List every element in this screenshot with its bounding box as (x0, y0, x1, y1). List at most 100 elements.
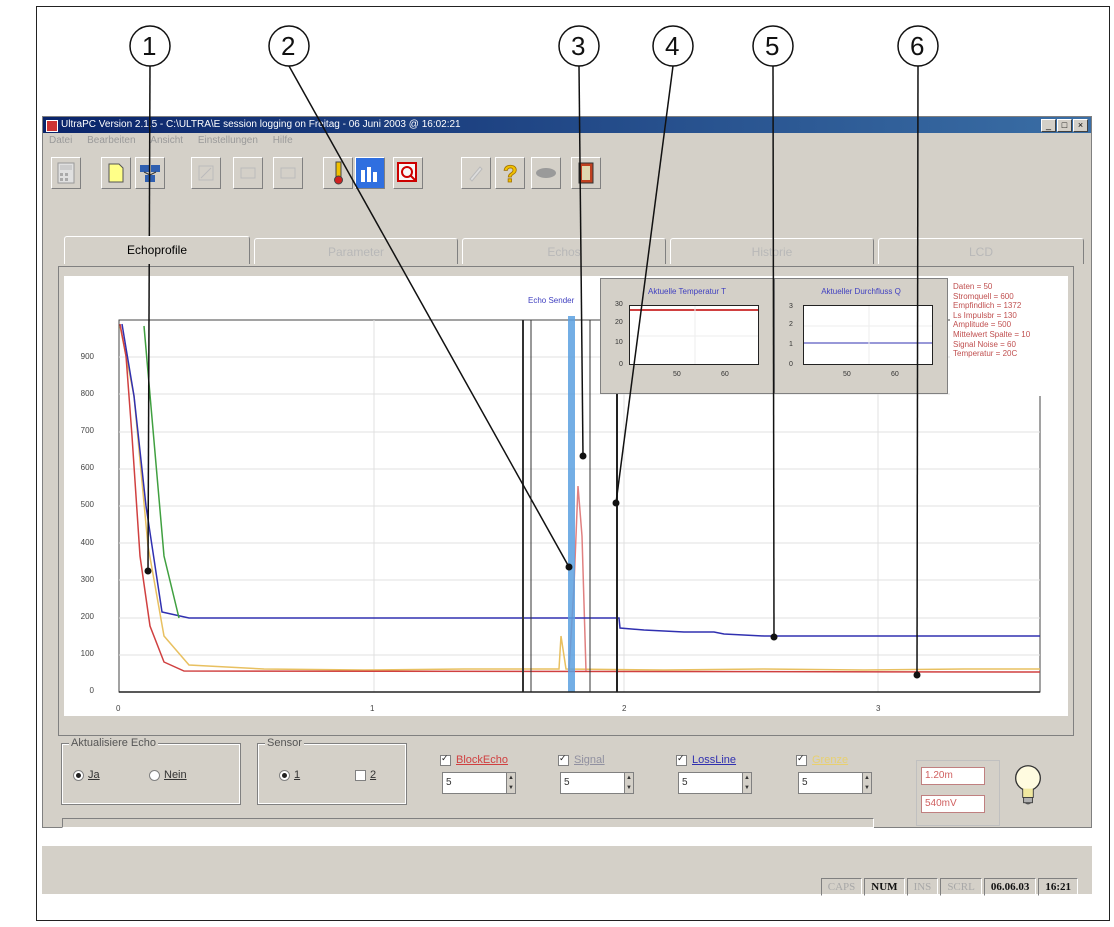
info-line: Signal Noise = 60 (953, 339, 1016, 349)
series-lossline-input[interactable]: 5 (678, 772, 748, 794)
sensor-2-label: 2 (370, 769, 377, 781)
sensor-2-indicator[interactable] (355, 769, 366, 781)
sensor-1[interactable]: 1 (279, 769, 300, 781)
series-signal-spinner[interactable]: ▲ ▼ (624, 772, 634, 794)
series-lossline-checkbox[interactable] (676, 753, 687, 766)
series-blockecho-checkbox[interactable] (440, 753, 451, 766)
pen-icon[interactable] (461, 157, 491, 189)
chat-icon[interactable] (531, 157, 561, 189)
temp-x-50: 50 (673, 371, 681, 378)
menu-ansicht[interactable]: Ansicht (144, 133, 189, 148)
help-icon[interactable]: ? (495, 157, 525, 189)
file-icon[interactable] (101, 157, 131, 189)
info-line: Mittelwert Spalte = 10 (953, 329, 1031, 339)
status-caps: CAPS (820, 878, 863, 896)
tab-historie[interactable]: Historie (670, 238, 874, 264)
x-tick-1: 1 (370, 704, 375, 713)
svg-text:?: ? (503, 161, 518, 186)
sensor-2[interactable]: 2 (355, 769, 376, 781)
radio-nein[interactable]: Nein (149, 769, 187, 781)
series-signal-label-wrap: Signal (558, 753, 605, 766)
echo-sender-label: Echo Sender (528, 296, 575, 305)
radio-ja-indicator[interactable] (73, 769, 84, 781)
series-signal-input[interactable]: 5 (560, 772, 630, 794)
tab-lcd[interactable]: LCD (878, 238, 1084, 264)
app-icon (46, 120, 58, 132)
sensor-title: Sensor (265, 737, 304, 749)
fill-icon[interactable] (191, 157, 221, 189)
tab-parameter[interactable]: Parameter (254, 238, 458, 264)
info-line: Temperatur = 20C (953, 349, 1018, 359)
series-lossline-label-wrap: LossLine (676, 753, 736, 766)
y-tick-900: 900 (80, 352, 94, 361)
radio-ja-label: Ja (88, 769, 100, 781)
door-icon[interactable] (571, 157, 601, 189)
series-blockecho-input[interactable]: 5 (442, 772, 512, 794)
info-line: Empfindlich = 1372 (953, 301, 1022, 311)
status-time: 16:21 (1038, 878, 1078, 896)
readout-box: 1.20m 540mV (916, 760, 1000, 826)
series-grenze-spinner[interactable]: ▲ ▼ (862, 772, 872, 794)
status-scrl: SCRL (940, 878, 982, 896)
progress-bar (62, 818, 874, 828)
info-line: Daten = 50 (953, 282, 993, 291)
y-tick-700: 700 (80, 426, 94, 435)
close-button[interactable]: × (1073, 119, 1088, 132)
temperature-chart: Aktuelle Temperatur T 30 20 10 0 50 60 (600, 278, 774, 394)
y-tick-400: 400 (80, 538, 94, 547)
series-grenze-checkbox[interactable] (796, 753, 807, 766)
series-grenze-input[interactable]: 5 (798, 772, 868, 794)
thermometer-icon[interactable] (323, 157, 353, 189)
x-tick-2: 2 (622, 704, 627, 713)
toolbar: ? (43, 151, 1091, 207)
status-ins: INS (906, 878, 939, 896)
tab-echos[interactable]: Echos (462, 238, 666, 264)
network-icon[interactable] (135, 157, 165, 189)
minimize-button[interactable]: _ (1041, 119, 1056, 132)
menu-bearbeiten[interactable]: Bearbeiten (81, 133, 141, 148)
sensor-1-indicator[interactable] (279, 769, 290, 781)
status-date: 06.06.03 (983, 878, 1037, 896)
chart-icon[interactable] (355, 157, 385, 189)
menu-einstellungen[interactable]: Einstellungen (192, 133, 264, 148)
receive-icon[interactable] (273, 157, 303, 189)
flow-chart-title: Aktueller Durchfluss Q (821, 287, 901, 296)
tab-strip: Echoprofile Parameter Echos Historie LCD (64, 236, 1084, 264)
y-tick-500: 500 (80, 500, 94, 509)
status-num: NUM (864, 878, 905, 896)
search-icon[interactable] (393, 157, 423, 189)
series-blockecho: BlockEcho 5 ▲▼ (440, 744, 540, 804)
flow-x-50: 50 (843, 371, 851, 378)
series-lossline: LossLine 5 ▲▼ (676, 744, 776, 804)
update-echo-group: Aktualisiere Echo Ja Nein (61, 737, 241, 805)
y-tick-0: 0 (89, 686, 94, 695)
series-grenze-label-wrap: Grenze (796, 753, 848, 766)
menu-hilfe[interactable]: Hilfe (267, 133, 299, 148)
menu-datei[interactable]: Datei (43, 133, 78, 148)
flow-chart: Aktueller Durchfluss Q 3 2 1 0 50 60 (774, 278, 948, 394)
x-tick-0: 0 (116, 704, 121, 713)
temperature-plot (629, 305, 759, 365)
y-tick-300: 300 (80, 575, 94, 584)
temp-y-0: 0 (619, 361, 623, 368)
series-grenze: Grenze 5 ▲▼ (796, 744, 896, 804)
series-signal-checkbox[interactable] (558, 753, 569, 766)
maximize-button[interactable]: □ (1057, 119, 1072, 132)
temp-y-20: 20 (615, 319, 623, 326)
calc-icon[interactable] (51, 157, 81, 189)
series-lossline-spinner[interactable]: ▲ ▼ (742, 772, 752, 794)
temp-y-30: 30 (615, 301, 623, 308)
send-icon[interactable] (233, 157, 263, 189)
status-bar: CAPS NUM INS SCRL 06.06.03 16:21 (42, 846, 1092, 896)
info-line: Stromquell = 600 (953, 291, 1014, 301)
tab-echoprofile[interactable]: Echoprofile (64, 236, 250, 264)
flow-y-0: 0 (789, 361, 793, 368)
radio-ja[interactable]: Ja (73, 769, 100, 781)
radio-nein-indicator[interactable] (149, 769, 160, 781)
distance-readout: 1.20m (921, 767, 985, 785)
series-blockecho-spinner[interactable]: ▲ ▼ (506, 772, 516, 794)
series-blockecho-label: BlockEcho (456, 754, 508, 766)
temp-y-10: 10 (615, 339, 623, 346)
series-signal-label: Signal (574, 754, 605, 766)
info-line: Ls Impulsbr = 130 (953, 310, 1017, 320)
